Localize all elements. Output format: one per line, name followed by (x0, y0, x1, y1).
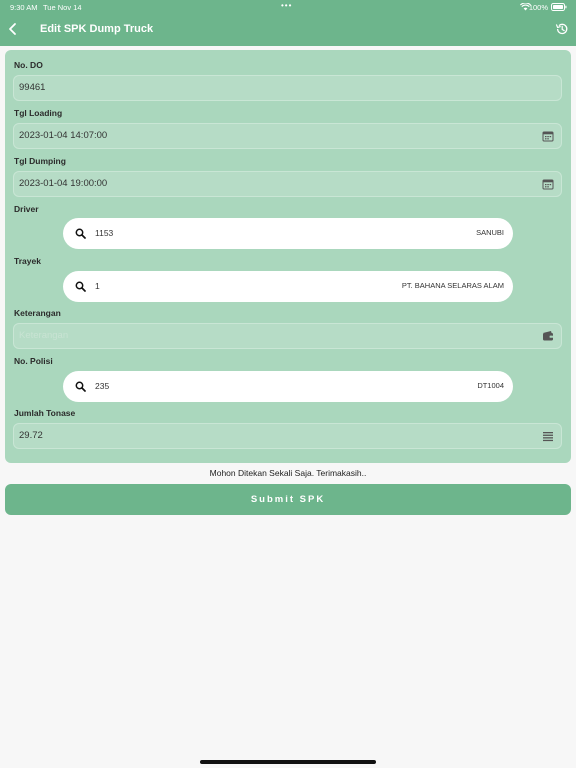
status-time: 9:30 AM (10, 3, 38, 12)
no-polisi-name: DT1004 (477, 381, 504, 390)
tgl-dumping-label: Tgl Dumping (14, 156, 66, 166)
no-polisi-search[interactable]: 235 DT1004 (63, 371, 513, 402)
no-polisi-code: 235 (95, 381, 110, 391)
search-icon (75, 381, 86, 392)
search-icon (75, 228, 86, 239)
multitasking-dots[interactable]: ••• (281, 1, 292, 10)
submit-note: Mohon Ditekan Sekali Saja. Terimakasih.. (209, 468, 367, 478)
no-do-field[interactable]: 99461 (13, 75, 562, 101)
trayek-name: PT. BAHANA SELARAS ALAM (401, 281, 504, 290)
trayek-search[interactable]: 1 PT. BAHANA SELARAS ALAM (63, 271, 513, 302)
keterangan-label: Keterangan (14, 308, 61, 318)
home-indicator[interactable] (200, 760, 376, 764)
list-icon (543, 432, 553, 442)
jumlah-tonase-field[interactable]: 29.72 (13, 423, 562, 449)
status-date: Tue Nov 14 (43, 3, 82, 12)
driver-search[interactable]: 1153 SANUBI (63, 218, 513, 249)
tgl-loading-value: 2023-01-04 14:07:00 (19, 130, 108, 141)
trayek-code: 1 (95, 281, 100, 291)
tgl-loading-label: Tgl Loading (14, 108, 63, 118)
keterangan-placeholder: Keterangan (19, 330, 69, 341)
calendar-icon[interactable] (542, 130, 554, 142)
driver-name: SANUBI (476, 228, 504, 237)
no-do-value: 99461 (19, 82, 46, 93)
calendar-icon[interactable] (542, 178, 554, 190)
spk-form: No. DO 99461 Tgl Loading 2023-01-04 14:0… (5, 50, 571, 463)
tgl-dumping-value: 2023-01-04 19:00:00 (19, 178, 108, 189)
app-header: 9:30 AM Tue Nov 14 ••• 100% Edit SPK Dum… (0, 0, 576, 46)
submit-spk-button[interactable]: Submit SPK (5, 484, 571, 515)
tgl-loading-field[interactable]: 2023-01-04 14:07:00 (13, 123, 562, 149)
driver-code: 1153 (95, 228, 114, 238)
search-icon (75, 281, 86, 292)
driver-label: Driver (14, 204, 39, 214)
tgl-dumping-field[interactable]: 2023-01-04 19:00:00 (13, 171, 562, 197)
jumlah-tonase-value: 29.72 (19, 430, 43, 441)
page-title: Edit SPK Dump Truck (40, 23, 154, 35)
keterangan-field[interactable]: Keterangan (13, 323, 562, 349)
battery-percent: 100% (528, 3, 548, 12)
jumlah-tonase-label: Jumlah Tonase (14, 408, 76, 418)
trayek-label: Trayek (14, 256, 41, 266)
battery-icon (551, 3, 567, 11)
history-icon[interactable] (555, 22, 569, 36)
back-icon[interactable] (6, 22, 20, 36)
wallet-icon (543, 331, 553, 341)
no-do-label: No. DO (14, 60, 43, 70)
no-polisi-label: No. Polisi (14, 356, 53, 366)
